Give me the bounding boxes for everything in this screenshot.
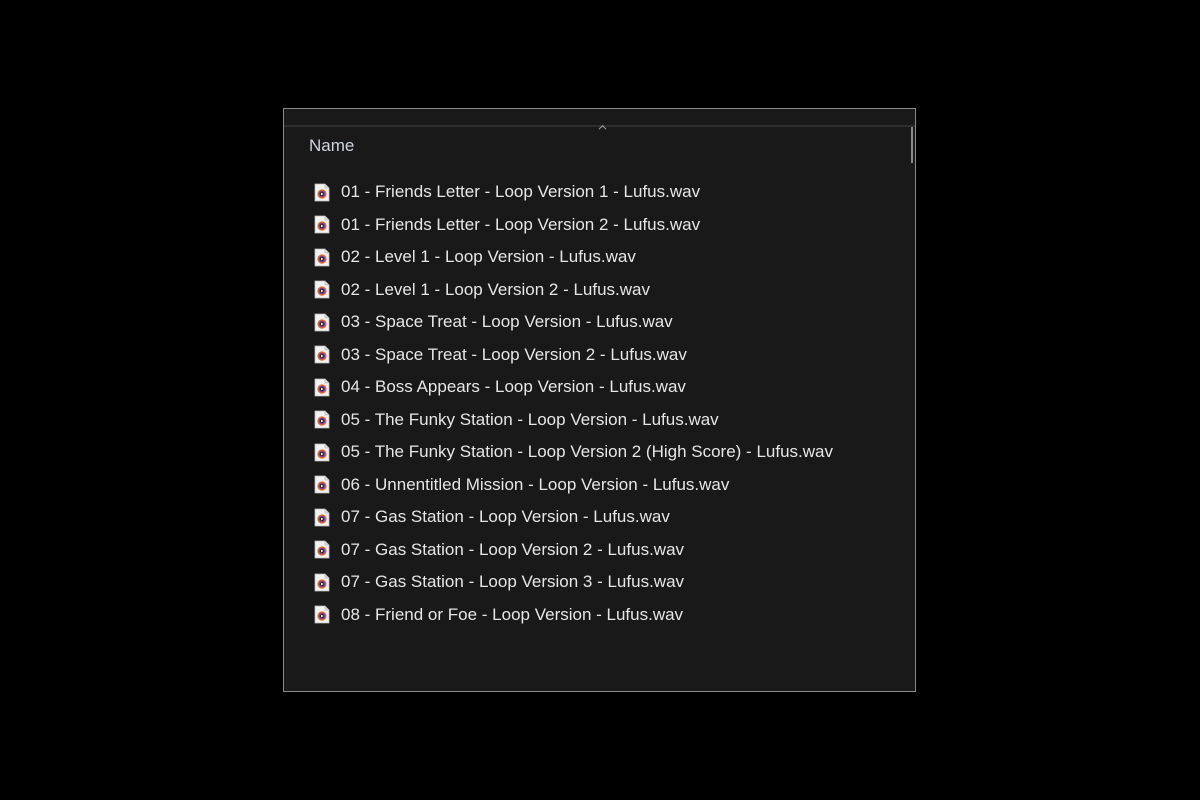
file-row[interactable]: 05 - The Funky Station - Loop Version 2 … (314, 436, 833, 469)
audio-file-icon (314, 410, 330, 429)
file-name: 06 - Unnentitled Mission - Loop Version … (341, 474, 730, 494)
file-name: 05 - The Funky Station - Loop Version 2 … (341, 442, 833, 462)
audio-file-icon (314, 443, 330, 462)
file-row[interactable]: 07 - Gas Station - Loop Version - Lufus.… (314, 501, 833, 534)
sort-ascending-icon[interactable] (598, 123, 607, 132)
file-name: 03 - Space Treat - Loop Version 2 - Lufu… (341, 344, 687, 364)
audio-file-icon (314, 345, 330, 364)
audio-file-icon (314, 280, 330, 299)
name-column-header[interactable]: Name (309, 136, 354, 156)
file-name: 01 - Friends Letter - Loop Version 1 - L… (341, 182, 701, 202)
file-name: 01 - Friends Letter - Loop Version 2 - L… (341, 214, 701, 234)
file-name: 07 - Gas Station - Loop Version - Lufus.… (341, 507, 670, 527)
file-row[interactable]: 02 - Level 1 - Loop Version 2 - Lufus.wa… (314, 274, 833, 307)
file-name: 02 - Level 1 - Loop Version 2 - Lufus.wa… (341, 279, 651, 299)
audio-file-icon (314, 183, 330, 202)
file-name: 04 - Boss Appears - Loop Version - Lufus… (341, 377, 686, 397)
file-row[interactable]: 06 - Unnentitled Mission - Loop Version … (314, 469, 833, 502)
file-row[interactable]: 08 - Friend or Foe - Loop Version - Lufu… (314, 599, 833, 632)
file-row[interactable]: 05 - The Funky Station - Loop Version - … (314, 404, 833, 437)
audio-file-icon (314, 540, 330, 559)
audio-file-icon (314, 378, 330, 397)
file-name: 02 - Level 1 - Loop Version - Lufus.wav (341, 247, 636, 267)
file-name: 07 - Gas Station - Loop Version 3 - Lufu… (341, 572, 685, 592)
file-row[interactable]: 01 - Friends Letter - Loop Version 2 - L… (314, 209, 833, 242)
audio-file-icon (314, 508, 330, 527)
audio-file-icon (314, 605, 330, 624)
file-row[interactable]: 01 - Friends Letter - Loop Version 1 - L… (314, 176, 833, 209)
file-row[interactable]: 04 - Boss Appears - Loop Version - Lufus… (314, 371, 833, 404)
file-row[interactable]: 07 - Gas Station - Loop Version 2 - Lufu… (314, 534, 833, 567)
file-row[interactable]: 02 - Level 1 - Loop Version - Lufus.wav (314, 241, 833, 274)
file-list: 01 - Friends Letter - Loop Version 1 - L… (314, 176, 833, 631)
scrollbar[interactable] (911, 127, 913, 163)
file-name: 03 - Space Treat - Loop Version - Lufus.… (341, 312, 673, 332)
audio-file-icon (314, 215, 330, 234)
file-row[interactable]: 03 - Space Treat - Loop Version - Lufus.… (314, 306, 833, 339)
file-name: 05 - The Funky Station - Loop Version - … (341, 409, 719, 429)
file-name: 08 - Friend or Foe - Loop Version - Lufu… (341, 604, 684, 624)
audio-file-icon (314, 313, 330, 332)
audio-file-icon (314, 475, 330, 494)
file-explorer-window: Name 01 - Friends Letter - Loop Version … (283, 108, 916, 692)
file-name: 07 - Gas Station - Loop Version 2 - Lufu… (341, 539, 685, 559)
file-row[interactable]: 03 - Space Treat - Loop Version 2 - Lufu… (314, 339, 833, 372)
audio-file-icon (314, 573, 330, 592)
file-row[interactable]: 07 - Gas Station - Loop Version 3 - Lufu… (314, 566, 833, 599)
audio-file-icon (314, 248, 330, 267)
